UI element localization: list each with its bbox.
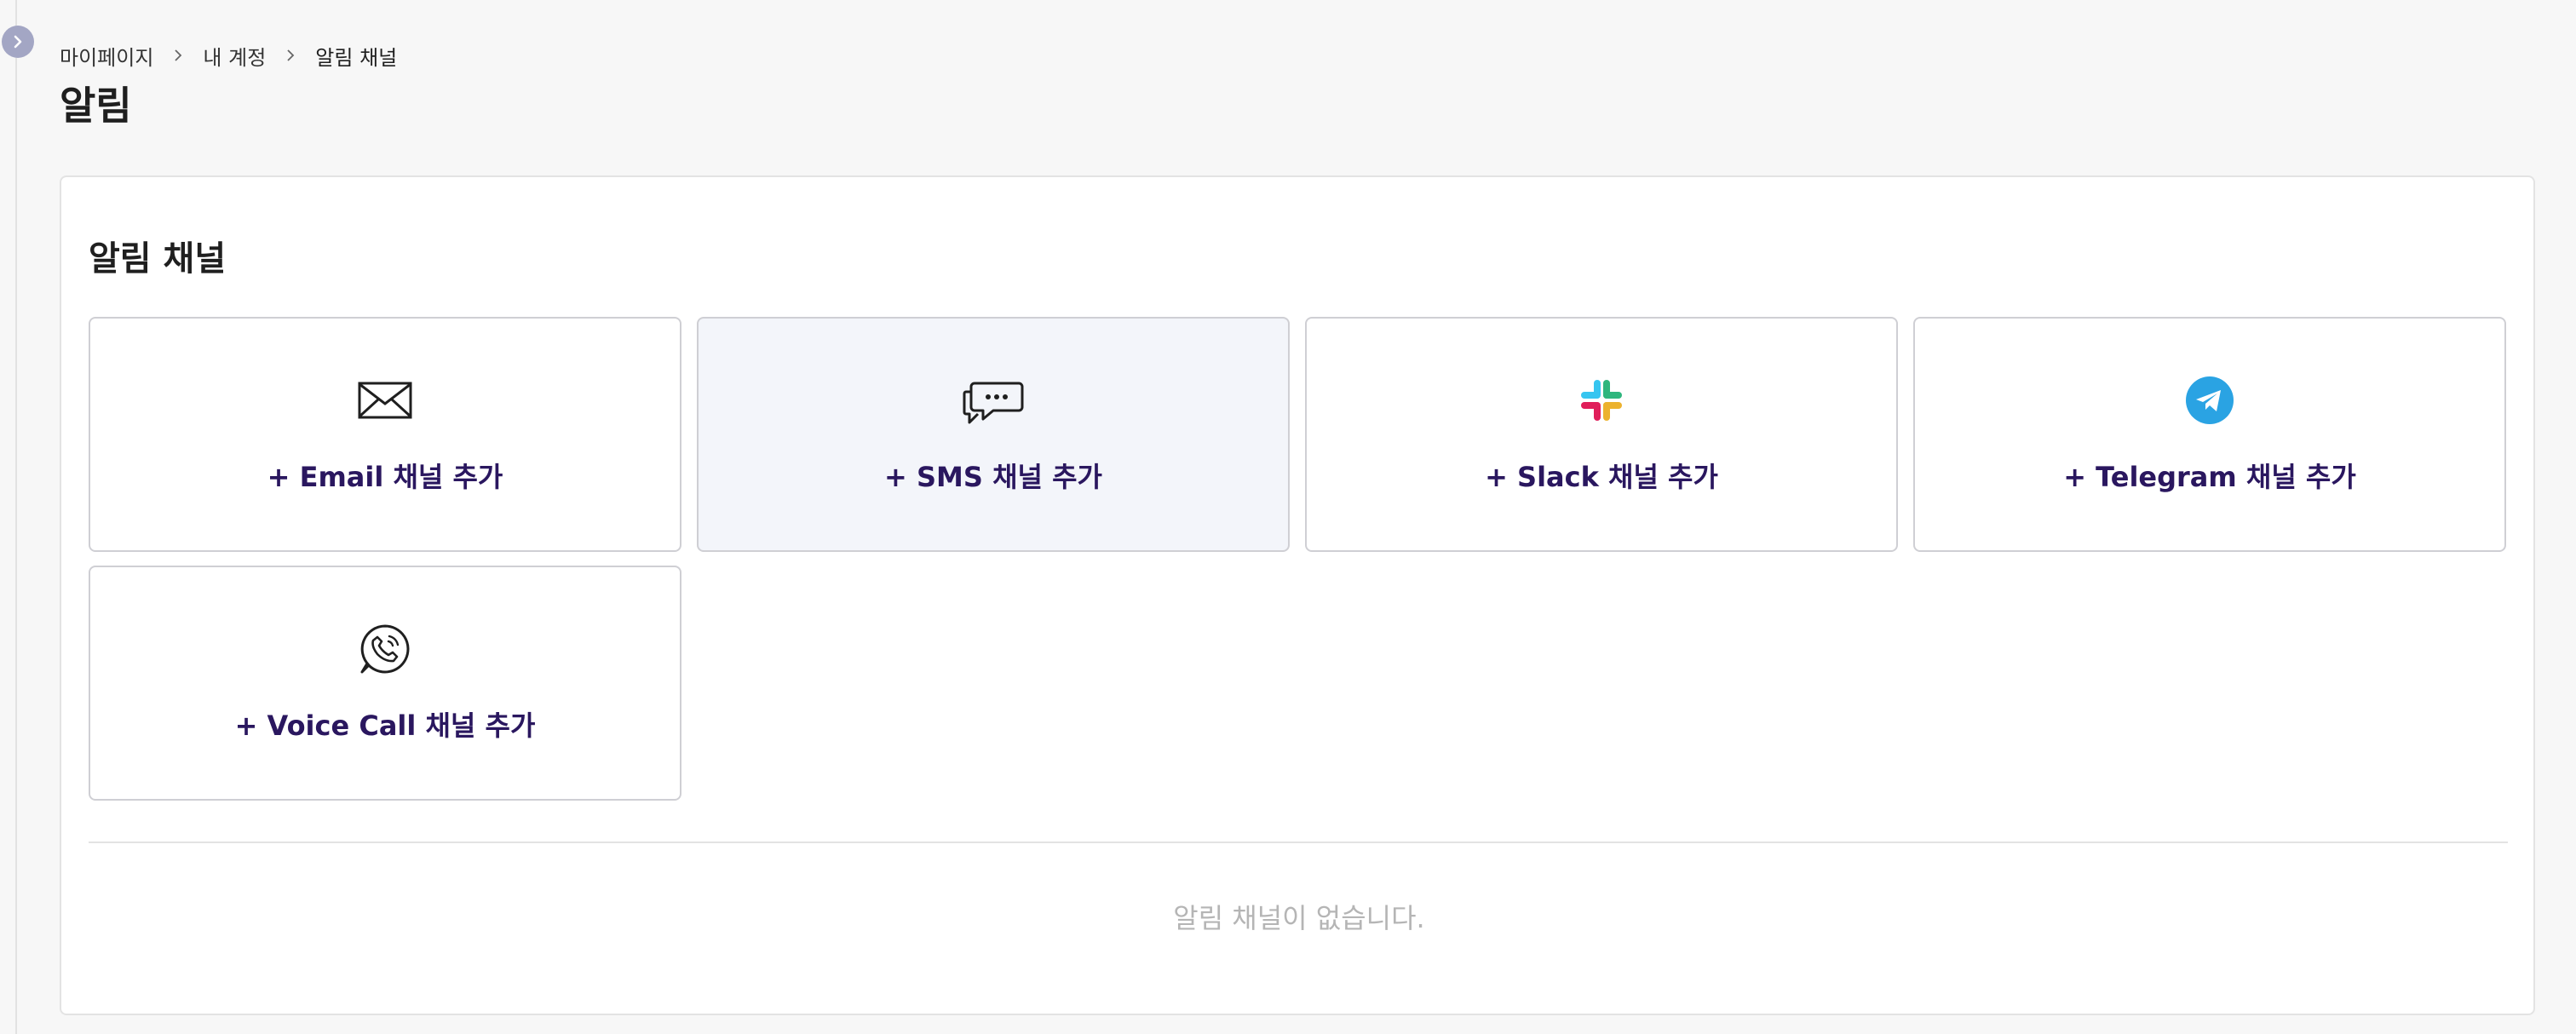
card-label: + SMS 채널 추가 [884, 461, 1102, 493]
chat-bubble-icon [699, 373, 1288, 428]
sidebar-expand-button[interactable] [2, 26, 34, 58]
chevron-right-icon [10, 34, 26, 49]
empty-state-message: 알림 채널이 없습니다. [1173, 902, 1425, 934]
telegram-icon [1915, 373, 2504, 428]
chevron-right-icon [285, 48, 296, 63]
card-label: + Voice Call 채널 추가 [234, 709, 536, 742]
slack-icon [1307, 373, 1896, 428]
card-label: + Slack 채널 추가 [1485, 461, 1718, 493]
envelope-icon [90, 373, 680, 428]
add-voice-call-channel-button[interactable]: + Voice Call 채널 추가 [89, 566, 681, 801]
chevron-right-icon [172, 48, 184, 63]
divider [89, 842, 2508, 843]
breadcrumb: 마이페이지 내 계정 알림 채널 [60, 41, 397, 70]
add-sms-channel-button[interactable]: + SMS 채널 추가 [697, 317, 1290, 552]
left-rail [0, 0, 17, 1034]
notification-channel-panel: 알림 채널 + Email 채널 추가 + SMS 채널 추가 + Slack … [60, 175, 2535, 1015]
phone-call-icon [90, 622, 680, 676]
card-label: + Email 채널 추가 [267, 461, 503, 493]
breadcrumb-item-account[interactable]: 내 계정 [203, 41, 266, 71]
page-title: 알림 [60, 83, 132, 129]
add-email-channel-button[interactable]: + Email 채널 추가 [89, 317, 681, 552]
add-telegram-channel-button[interactable]: + Telegram 채널 추가 [1913, 317, 2506, 552]
section-title: 알림 채널 [89, 239, 227, 279]
add-slack-channel-button[interactable]: + Slack 채널 추가 [1305, 317, 1898, 552]
breadcrumb-item-mypage[interactable]: 마이페이지 [60, 41, 153, 71]
card-label: + Telegram 채널 추가 [2063, 461, 2356, 493]
breadcrumb-item-current: 알림 채널 [315, 45, 398, 70]
